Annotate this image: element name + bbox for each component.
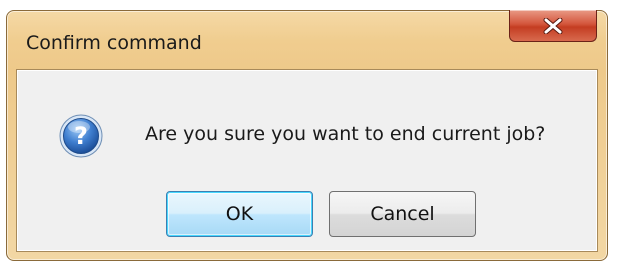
svg-text:?: ? [74,122,88,150]
confirm-message: Are you sure you want to end current job… [145,123,546,145]
title-bar[interactable]: Confirm command [7,10,607,69]
question-icon: ? [59,114,103,158]
dialog-content: ? Are you sure you want to end current j… [16,69,598,252]
close-button[interactable] [509,10,597,42]
ok-button[interactable]: OK [166,191,313,237]
cancel-button[interactable]: Cancel [329,191,476,237]
close-icon [542,17,564,34]
confirm-dialog-window: Confirm command ? Are you sure you want … [6,10,608,261]
dialog-title: Confirm command [26,32,202,54]
